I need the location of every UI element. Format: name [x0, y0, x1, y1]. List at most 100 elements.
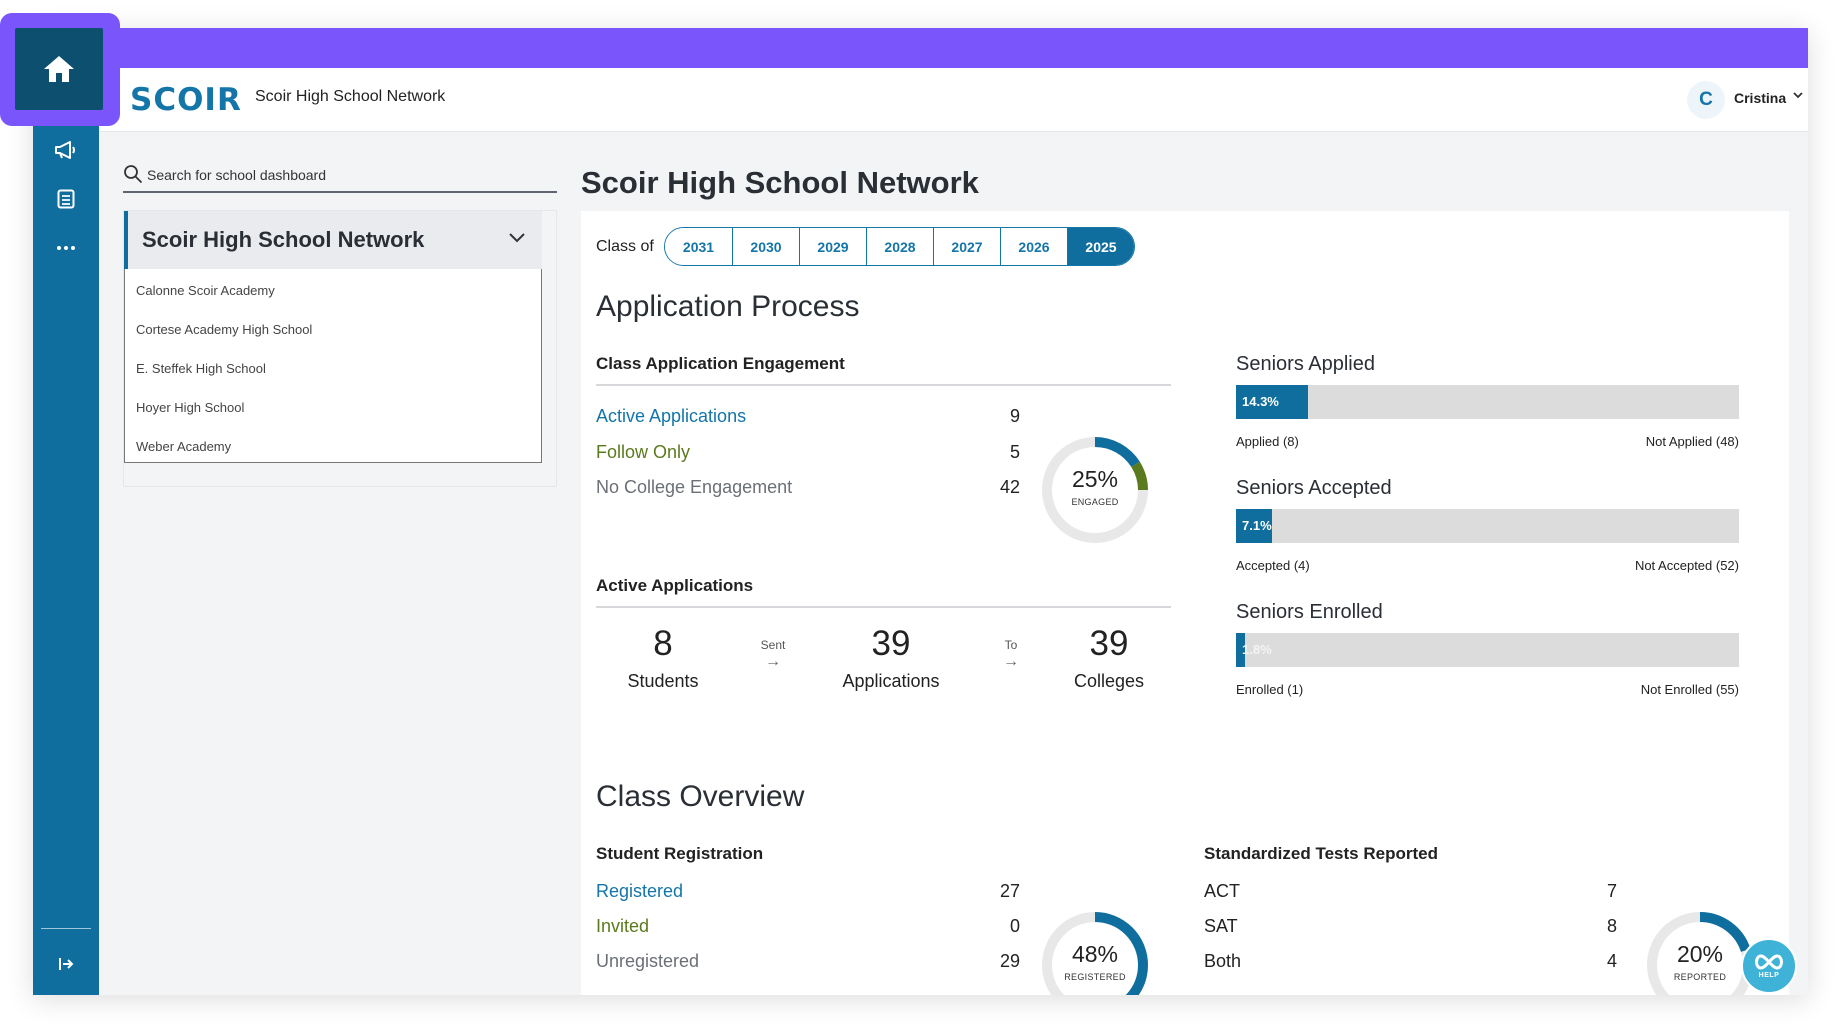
- seniors-applied-title: Seniors Applied: [1236, 353, 1375, 375]
- applications-label: Applications: [842, 671, 940, 691]
- seniors-applied-percent: 14.3%: [1242, 394, 1279, 409]
- school-panel: Scoir High School Network Calonne Scoir …: [123, 210, 557, 487]
- school-option[interactable]: Weber Academy: [136, 439, 231, 454]
- collapse-sidebar-button[interactable]: [33, 942, 99, 986]
- sidebar-nav: [33, 28, 99, 995]
- seniors-enrolled-bar[interactable]: 1.8%: [1236, 633, 1739, 667]
- reported-caption: REPORTED: [1673, 972, 1727, 982]
- registration-heading: Student Registration: [596, 844, 764, 863]
- divider: [596, 384, 1171, 386]
- no-engagement-label: No College Engagement: [596, 477, 793, 497]
- active-applications-link[interactable]: Active Applications: [596, 406, 746, 427]
- year-tab[interactable]: 2031: [665, 228, 732, 265]
- not-applied-legend: Not Applied (48): [1645, 434, 1739, 449]
- app-window: SCOIR Scoir High School Network C Cristi…: [33, 28, 1808, 995]
- seniors-enrolled-title: Seniors Enrolled: [1236, 601, 1383, 623]
- applications-count: 39: [871, 624, 911, 663]
- sat-value: 8: [1606, 916, 1617, 936]
- unregistered-label: Unregistered: [596, 951, 700, 971]
- registered-percent: 48%: [1071, 941, 1119, 967]
- school-selector-dropdown[interactable]: Scoir High School Network: [124, 211, 542, 269]
- divider: [596, 606, 1171, 608]
- active-applications-heading: Active Applications: [596, 576, 754, 595]
- year-tab[interactable]: 2026: [1000, 228, 1067, 265]
- sidebar-divider: [41, 928, 91, 929]
- arrow-right-icon: →: [1003, 653, 1019, 670]
- engaged-percent: 25%: [1071, 466, 1119, 492]
- year-tab-selected[interactable]: 2025: [1067, 228, 1134, 265]
- application-process-heading: Application Process: [596, 290, 860, 323]
- more-nav[interactable]: [33, 226, 99, 270]
- active-applications-value: 9: [1009, 406, 1020, 426]
- invited-link[interactable]: Invited: [596, 916, 649, 937]
- arrow-right-icon: →: [765, 653, 781, 670]
- selected-school: Scoir High School Network: [142, 227, 425, 252]
- tests-heading: Standardized Tests Reported: [1204, 844, 1438, 863]
- school-search: [123, 161, 557, 193]
- no-engagement-value: 42: [999, 477, 1020, 497]
- seniors-applied-bar[interactable]: 14.3%: [1236, 385, 1739, 419]
- follow-only-link[interactable]: Follow Only: [596, 442, 690, 463]
- applied-legend: Applied (8): [1236, 434, 1299, 449]
- sat-label: SAT: [1204, 916, 1238, 936]
- chevron-down-icon: [509, 233, 525, 243]
- accepted-legend: Accepted (4): [1236, 558, 1310, 573]
- search-input[interactable]: [147, 163, 547, 187]
- collapse-icon: [59, 958, 74, 970]
- act-label: ACT: [1204, 881, 1240, 901]
- user-menu[interactable]: Cristina: [1734, 90, 1786, 106]
- chevron-down-icon[interactable]: [1792, 89, 1804, 101]
- header-title: Scoir High School Network: [255, 88, 446, 105]
- seniors-accepted-bar[interactable]: 7.1%: [1236, 509, 1739, 543]
- page-title: Scoir High School Network: [581, 165, 979, 200]
- unregistered-value: 29: [999, 951, 1020, 971]
- registered-value: 27: [999, 881, 1020, 901]
- dashboard-card: Class of 2031 2030 2029 2028 2027 2026 2…: [581, 211, 1789, 995]
- more-icon: [57, 246, 75, 250]
- not-enrolled-legend: Not Enrolled (55): [1640, 682, 1739, 697]
- top-accent-strip: [33, 28, 1808, 68]
- engaged-caption: ENGAGED: [1071, 497, 1119, 507]
- school-option[interactable]: Cortese Academy High School: [136, 322, 312, 337]
- top-header: SCOIR Scoir High School Network C Cristi…: [99, 68, 1808, 132]
- enrolled-legend: Enrolled (1): [1236, 682, 1304, 697]
- list-icon: [57, 189, 75, 209]
- school-option[interactable]: Hoyer High School: [136, 400, 244, 415]
- announcements-nav[interactable]: [33, 128, 99, 172]
- invited-value: 0: [1009, 916, 1020, 936]
- year-tab[interactable]: 2030: [732, 228, 799, 265]
- both-value: 4: [1606, 951, 1617, 971]
- year-tab[interactable]: 2028: [866, 228, 933, 265]
- school-list: Calonne Scoir Academy Cortese Academy Hi…: [124, 269, 542, 463]
- class-of-label: Class of: [596, 238, 654, 255]
- user-avatar[interactable]: C: [1687, 81, 1725, 119]
- year-tab[interactable]: 2029: [799, 228, 866, 265]
- students-label: Students: [627, 671, 699, 691]
- sent-label: Sent: [760, 638, 786, 652]
- scoir-logo[interactable]: SCOIR: [130, 82, 242, 118]
- colleges-label: Colleges: [1073, 671, 1145, 691]
- both-label: Both: [1204, 951, 1242, 971]
- infinity-icon: [1755, 954, 1783, 970]
- class-year-tabs: 2031 2030 2029 2028 2027 2026 2025: [664, 227, 1135, 266]
- help-label: HELP: [1758, 972, 1780, 979]
- act-value: 7: [1606, 881, 1617, 901]
- students-count: 8: [653, 624, 673, 663]
- reports-nav[interactable]: [33, 177, 99, 221]
- class-overview-heading: Class Overview: [596, 780, 805, 813]
- home-nav-button[interactable]: [15, 28, 103, 110]
- year-tab[interactable]: 2027: [933, 228, 1000, 265]
- seniors-accepted-percent: 7.1%: [1242, 518, 1272, 533]
- registered-link[interactable]: Registered: [596, 881, 683, 902]
- engagement-heading: Class Application Engagement: [596, 354, 845, 373]
- reported-percent: 20%: [1676, 941, 1724, 967]
- seniors-enrolled-percent: 1.8%: [1242, 642, 1272, 657]
- school-option[interactable]: Calonne Scoir Academy: [136, 283, 275, 298]
- school-option[interactable]: E. Steffek High School: [136, 361, 266, 376]
- search-icon: [124, 165, 143, 184]
- help-button[interactable]: HELP: [1741, 938, 1797, 994]
- follow-only-value: 5: [1009, 442, 1020, 462]
- colleges-count: 39: [1089, 624, 1129, 663]
- not-accepted-legend: Not Accepted (52): [1634, 558, 1739, 573]
- home-icon: [44, 56, 74, 82]
